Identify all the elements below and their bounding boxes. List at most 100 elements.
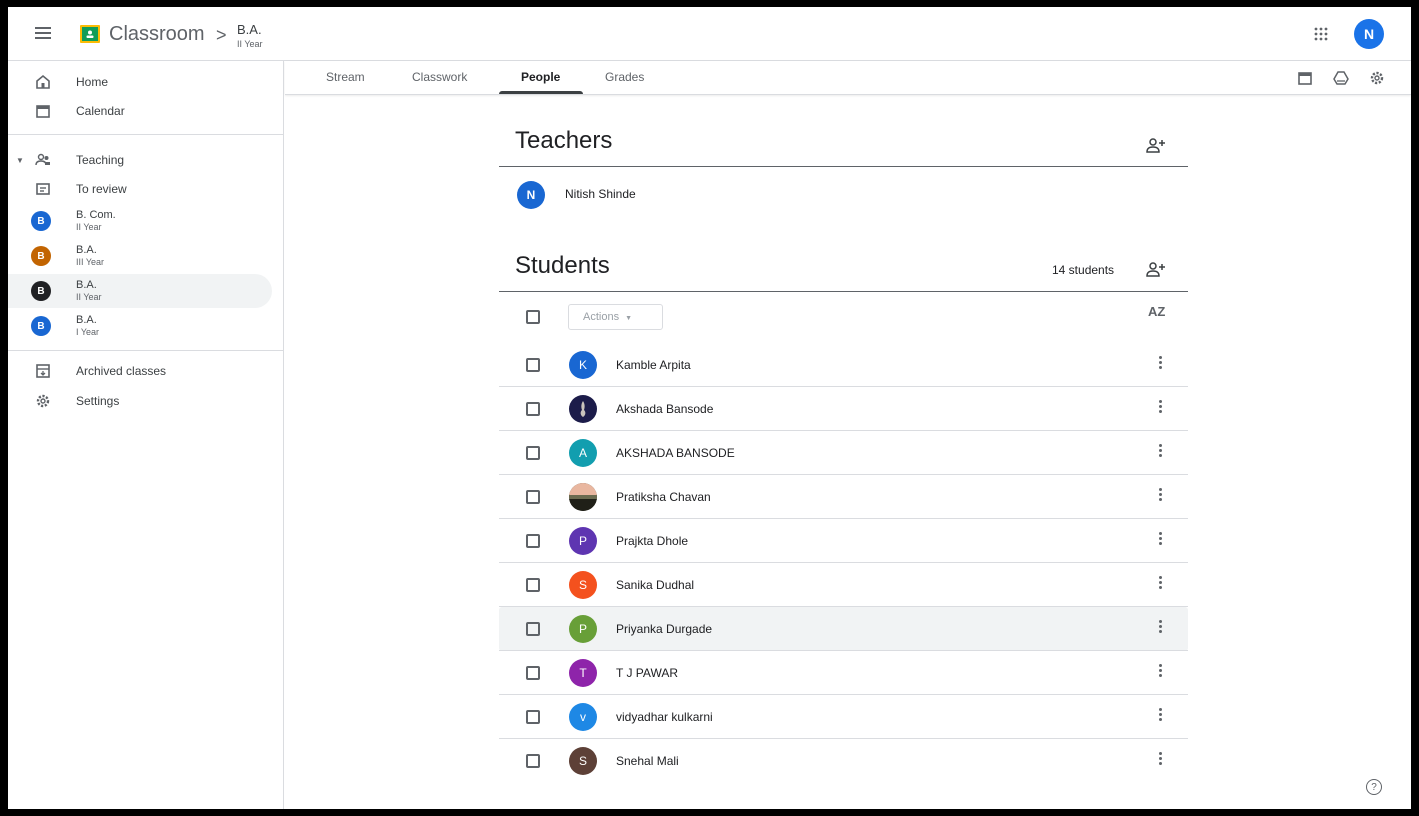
more-options-icon[interactable]	[1159, 576, 1163, 592]
more-options-icon[interactable]	[1159, 620, 1163, 636]
student-checkbox[interactable]	[526, 666, 540, 680]
student-avatar: P	[569, 527, 597, 555]
student-name: Pratiksha Chavan	[616, 490, 711, 504]
student-name: vidyadhar kulkarni	[616, 710, 713, 724]
actions-label: Actions	[583, 311, 620, 323]
student-checkbox[interactable]	[526, 578, 540, 592]
dropdown-arrow-icon: ▼	[625, 315, 633, 322]
help-icon[interactable]: ?	[1366, 779, 1382, 795]
sidebar-class-item[interactable]: B B.A. III Year	[8, 239, 272, 273]
student-name: T J PAWAR	[616, 666, 679, 680]
student-row[interactable]: K Kamble Arpita	[499, 343, 1188, 387]
student-row[interactable]: Pratiksha Chavan	[499, 475, 1188, 519]
tab-classwork[interactable]: Classwork	[412, 70, 467, 84]
account-avatar[interactable]: N	[1354, 19, 1384, 49]
tab-stream[interactable]: Stream	[326, 70, 365, 84]
google-apps-icon[interactable]	[1314, 27, 1328, 41]
class-title: B. Com.	[76, 209, 116, 221]
student-row[interactable]: T T J PAWAR	[499, 651, 1188, 695]
people-icon	[35, 153, 50, 166]
settings-gear-icon[interactable]	[1369, 70, 1385, 86]
actions-dropdown[interactable]: Actions ▼	[568, 304, 663, 330]
sidebar-divider	[8, 350, 284, 351]
drive-folder-icon[interactable]	[1333, 70, 1349, 86]
sidebar-item-teaching[interactable]: ▼ Teaching	[8, 145, 272, 175]
invite-teacher-icon[interactable]	[1146, 137, 1166, 153]
student-checkbox[interactable]	[526, 754, 540, 768]
classroom-logo-icon[interactable]	[80, 25, 100, 43]
student-row[interactable]: S Sanika Dudhal	[499, 563, 1188, 607]
class-subtitle: I Year	[76, 327, 100, 337]
more-options-icon[interactable]	[1159, 532, 1163, 548]
settings-gear-icon	[36, 394, 50, 408]
more-options-icon[interactable]	[1159, 400, 1163, 416]
teacher-avatar: N	[517, 181, 545, 209]
more-options-icon[interactable]	[1159, 488, 1163, 504]
more-options-icon[interactable]	[1159, 356, 1163, 372]
sidebar-item-home[interactable]: Home	[8, 67, 272, 97]
student-checkbox[interactable]	[526, 710, 540, 724]
calendar-icon[interactable]	[1297, 70, 1313, 86]
sidebar-class-item[interactable]: B B. Com. II Year	[8, 204, 272, 238]
student-avatar: A	[569, 439, 597, 467]
student-photo-avatar	[569, 483, 597, 511]
student-name: AKSHADA BANSODE	[616, 446, 735, 460]
sidebar-item-calendar[interactable]: Calendar	[8, 96, 272, 126]
class-title: B.A.	[76, 244, 97, 256]
sidebar-item-settings[interactable]: Settings	[8, 386, 272, 416]
more-options-icon[interactable]	[1159, 664, 1163, 680]
sidebar-item-to-review[interactable]: To review	[8, 174, 272, 204]
student-avatar: v	[569, 703, 597, 731]
student-row[interactable]: S Snehal Mali	[499, 739, 1188, 783]
class-subtitle: II Year	[76, 222, 102, 232]
more-options-icon[interactable]	[1159, 708, 1163, 724]
sidebar-class-item[interactable]: B B.A. I Year	[8, 309, 272, 343]
class-avatar: B	[31, 211, 51, 231]
more-options-icon[interactable]	[1159, 752, 1163, 768]
active-tab-indicator	[499, 91, 583, 94]
tab-grades[interactable]: Grades	[605, 70, 644, 84]
class-avatar: B	[31, 281, 51, 301]
class-title: B.A.	[76, 314, 97, 326]
student-avatar: K	[569, 351, 597, 379]
student-row[interactable]: v vidyadhar kulkarni	[499, 695, 1188, 739]
student-checkbox[interactable]	[526, 358, 540, 372]
student-row[interactable]: Akshada Bansode	[499, 387, 1188, 431]
sidebar-item-label: Teaching	[76, 153, 125, 167]
app-title[interactable]: Classroom	[109, 23, 205, 46]
breadcrumb-class-title[interactable]: B.A.	[237, 23, 262, 36]
student-row[interactable]: A AKSHADA BANSODE	[499, 431, 1188, 475]
classroom-window: Classroom > B.A. II Year N Home Calendar…	[8, 7, 1411, 809]
student-name: Prajkta Dhole	[616, 534, 689, 548]
student-checkbox[interactable]	[526, 622, 540, 636]
sidebar-item-label: Calendar	[76, 104, 125, 118]
student-photo-avatar	[569, 395, 597, 423]
invite-student-icon[interactable]	[1146, 261, 1166, 277]
sidebar-item-label: To review	[76, 182, 127, 196]
select-all-checkbox[interactable]	[526, 310, 540, 324]
breadcrumb-class-subtitle: II Year	[237, 39, 263, 49]
sort-az-icon[interactable]: AZ	[1148, 304, 1165, 319]
student-row[interactable]: P Priyanka Durgade	[499, 607, 1188, 651]
main-menu-icon[interactable]	[35, 27, 51, 41]
sidebar-item-label: Home	[76, 75, 109, 89]
sidebar-item-archived[interactable]: Archived classes	[8, 356, 272, 386]
student-count: 14 students	[1052, 263, 1115, 277]
sidebar-class-item-active[interactable]: B B.A. II Year	[8, 274, 272, 308]
teacher-name: Nitish Shinde	[565, 187, 636, 201]
class-avatar: B	[31, 246, 51, 266]
tab-people[interactable]: People	[521, 70, 560, 84]
section-divider	[499, 166, 1188, 167]
class-title: B.A.	[76, 279, 97, 291]
student-checkbox[interactable]	[526, 490, 540, 504]
student-row[interactable]: P Prajkta Dhole	[499, 519, 1188, 563]
student-avatar: S	[569, 747, 597, 775]
student-name: Priyanka Durgade	[616, 622, 713, 636]
more-options-icon[interactable]	[1159, 444, 1163, 460]
breadcrumb-separator: >	[216, 25, 227, 45]
class-tab-bar: Stream Classwork People Grades	[285, 61, 1411, 95]
student-checkbox[interactable]	[526, 534, 540, 548]
student-checkbox[interactable]	[526, 402, 540, 416]
expand-caret-icon[interactable]: ▼	[16, 156, 24, 165]
student-checkbox[interactable]	[526, 446, 540, 460]
